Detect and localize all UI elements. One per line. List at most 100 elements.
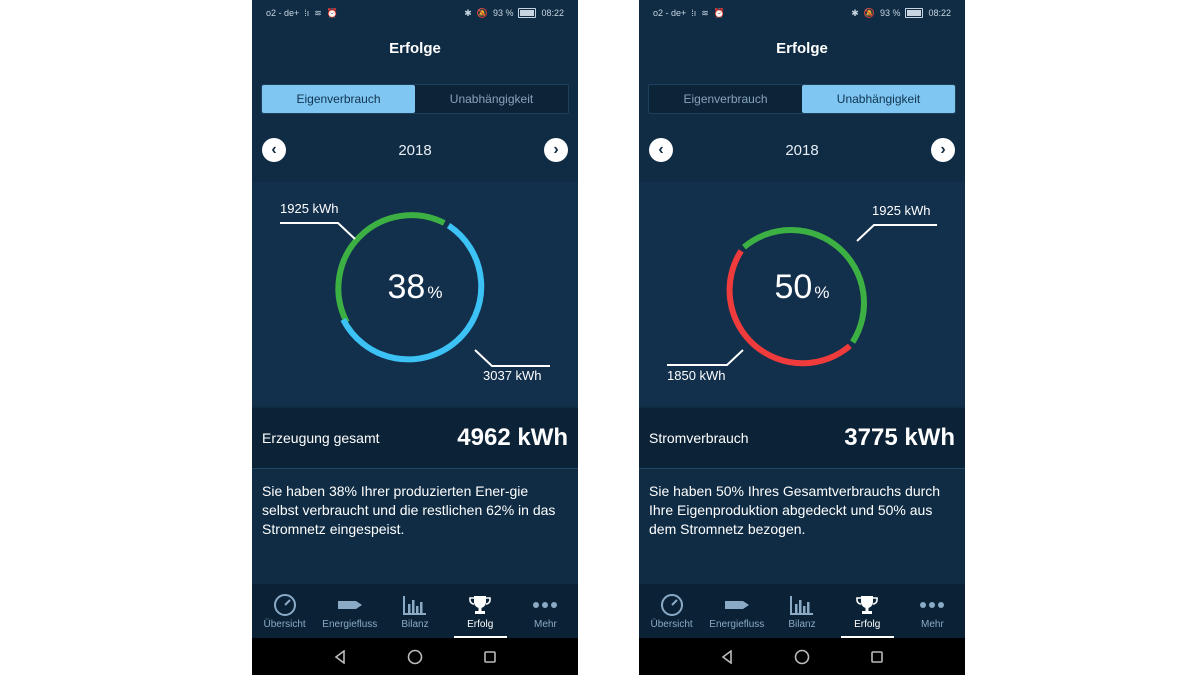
center-percent: 50%: [639, 268, 965, 307]
back-key[interactable]: [707, 642, 747, 672]
nav-label: Übersicht: [650, 619, 693, 630]
recents-square-icon: [871, 650, 884, 663]
back-triangle-icon: [721, 649, 732, 664]
carrier-label: o2 - de+: [266, 8, 300, 18]
signal-icon: ⁞ı: [304, 8, 310, 18]
battery-percent: 93 %: [879, 8, 901, 18]
nav-uebersicht[interactable]: Übersicht: [252, 584, 317, 638]
nav-mehr[interactable]: Mehr: [900, 584, 965, 638]
donut-chart-panel: 1925 kWh 1850 kWh 50%: [639, 182, 965, 406]
donut-chart-panel: 1925 kWh 3037 kWh 38%: [252, 182, 578, 406]
nav-label: Übersicht: [263, 619, 306, 630]
tab-bar: Eigenverbrauch Unabhängigkeit: [261, 84, 569, 114]
percent-symbol: %: [427, 283, 443, 302]
recents-square-icon: [484, 650, 497, 663]
gauge-icon: [660, 594, 684, 616]
alarm-icon: ⏰: [326, 7, 339, 18]
nav-mehr[interactable]: Mehr: [513, 584, 578, 638]
year-label: 2018: [785, 142, 819, 159]
nav-label: Bilanz: [788, 619, 816, 630]
back-triangle-icon: [334, 649, 345, 664]
nav-bilanz[interactable]: Bilanz: [769, 584, 834, 638]
total-label: Erzeugung gesamt: [262, 430, 380, 446]
battery-icon: [518, 8, 537, 18]
alarm-icon: ⏰: [713, 7, 726, 18]
year-navigator: ‹ 2018 ›: [639, 136, 965, 166]
chevron-right-icon: ›: [553, 141, 559, 158]
total-value: 4962 kWh: [457, 424, 568, 451]
more-dots-icon: [532, 594, 558, 616]
bottom-navigation: Übersicht Energiefluss Bilanz Erfolg Meh…: [252, 584, 578, 638]
system-navigation-bar: [639, 638, 965, 675]
nav-energiefluss[interactable]: Energiefluss: [704, 584, 769, 638]
nav-erfolg[interactable]: Erfolg: [835, 584, 900, 638]
chart-label-top: 1925 kWh: [872, 203, 931, 218]
percent-symbol: %: [814, 283, 830, 302]
phone-screen-unabhaengigkeit: o2 - de+ ⁞ı ≋ ⏰ ✱ 🔕 93 % 08:22 Erfolge E…: [639, 0, 965, 675]
system-navigation-bar: [252, 638, 578, 675]
leader-line-bottom: [667, 349, 744, 366]
tab-eigenverbrauch[interactable]: Eigenverbrauch: [649, 85, 802, 113]
status-bar: o2 - de+ ⁞ı ≋ ⏰ ✱ 🔕 93 % 08:22: [252, 0, 578, 26]
year-navigator: ‹ 2018 ›: [252, 136, 578, 166]
nav-label: Mehr: [534, 619, 557, 630]
year-label: 2018: [398, 142, 432, 159]
carrier-label: o2 - de+: [653, 8, 687, 18]
nav-label: Bilanz: [401, 619, 429, 630]
leader-line-bottom: [474, 349, 550, 367]
nav-bilanz[interactable]: Bilanz: [382, 584, 447, 638]
bluetooth-icon: ✱: [851, 7, 859, 18]
tab-eigenverbrauch[interactable]: Eigenverbrauch: [262, 85, 415, 113]
total-value: 3775 kWh: [844, 424, 955, 451]
more-dots-icon: [919, 594, 945, 616]
energy-flow-icon: [336, 594, 364, 616]
bar-chart-icon: [402, 594, 428, 616]
chevron-right-icon: ›: [940, 141, 946, 158]
wifi-icon: ≋: [314, 7, 322, 18]
status-bar: o2 - de+ ⁞ı ≋ ⏰ ✱ 🔕 93 % 08:22: [639, 0, 965, 26]
nav-energiefluss[interactable]: Energiefluss: [317, 584, 382, 638]
energy-flow-icon: [723, 594, 751, 616]
recents-key[interactable]: [470, 642, 510, 672]
back-key[interactable]: [320, 642, 360, 672]
bar-chart-icon: [789, 594, 815, 616]
clock: 08:22: [928, 8, 951, 18]
mute-icon: 🔕: [476, 7, 488, 18]
bottom-navigation: Übersicht Energiefluss Bilanz Erfolg Meh…: [639, 584, 965, 638]
nav-uebersicht[interactable]: Übersicht: [639, 584, 704, 638]
nav-erfolg[interactable]: Erfolg: [448, 584, 513, 638]
clock: 08:22: [541, 8, 564, 18]
next-year-button[interactable]: ›: [931, 138, 955, 162]
description-text: Sie haben 50% Ihres Gesamtverbrauchs dur…: [649, 483, 941, 537]
tab-bar: Eigenverbrauch Unabhängigkeit: [648, 84, 956, 114]
nav-label: Mehr: [921, 619, 944, 630]
signal-icon: ⁞ı: [691, 8, 697, 18]
next-year-button[interactable]: ›: [544, 138, 568, 162]
home-key[interactable]: [395, 642, 435, 672]
page-title: Erfolge: [776, 40, 828, 57]
nav-label: Erfolg: [854, 619, 881, 630]
total-row: Stromverbrauch 3775 kWh: [639, 408, 965, 469]
tab-unabhaengigkeit[interactable]: Unabhängigkeit: [802, 85, 955, 113]
home-key[interactable]: [782, 642, 822, 672]
phone-screen-eigenverbrauch: o2 - de+ ⁞ı ≋ ⏰ ✱ 🔕 93 % 08:22 Erfolge E…: [252, 0, 578, 675]
center-percent: 38%: [252, 268, 578, 307]
nav-label: Erfolg: [467, 619, 494, 630]
battery-icon: [905, 8, 924, 18]
home-circle-icon: [794, 649, 810, 664]
percent-value: 38: [387, 268, 426, 306]
trophy-icon: [855, 594, 879, 616]
home-circle-icon: [407, 649, 423, 664]
tab-unabhaengigkeit[interactable]: Unabhängigkeit: [415, 85, 568, 113]
percent-value: 50: [774, 268, 813, 306]
nav-label: Energiefluss: [709, 619, 765, 630]
page-title: Erfolge: [389, 40, 441, 57]
total-label: Stromverbrauch: [649, 430, 749, 446]
nav-label: Energiefluss: [322, 619, 378, 630]
recents-key[interactable]: [857, 642, 897, 672]
chart-label-bottom: 1850 kWh: [667, 368, 726, 383]
description-text: Sie haben 38% Ihrer produzierten Ener-gi…: [262, 483, 556, 537]
battery-percent: 93 %: [492, 8, 514, 18]
total-row: Erzeugung gesamt 4962 kWh: [252, 408, 578, 469]
gauge-icon: [273, 594, 297, 616]
